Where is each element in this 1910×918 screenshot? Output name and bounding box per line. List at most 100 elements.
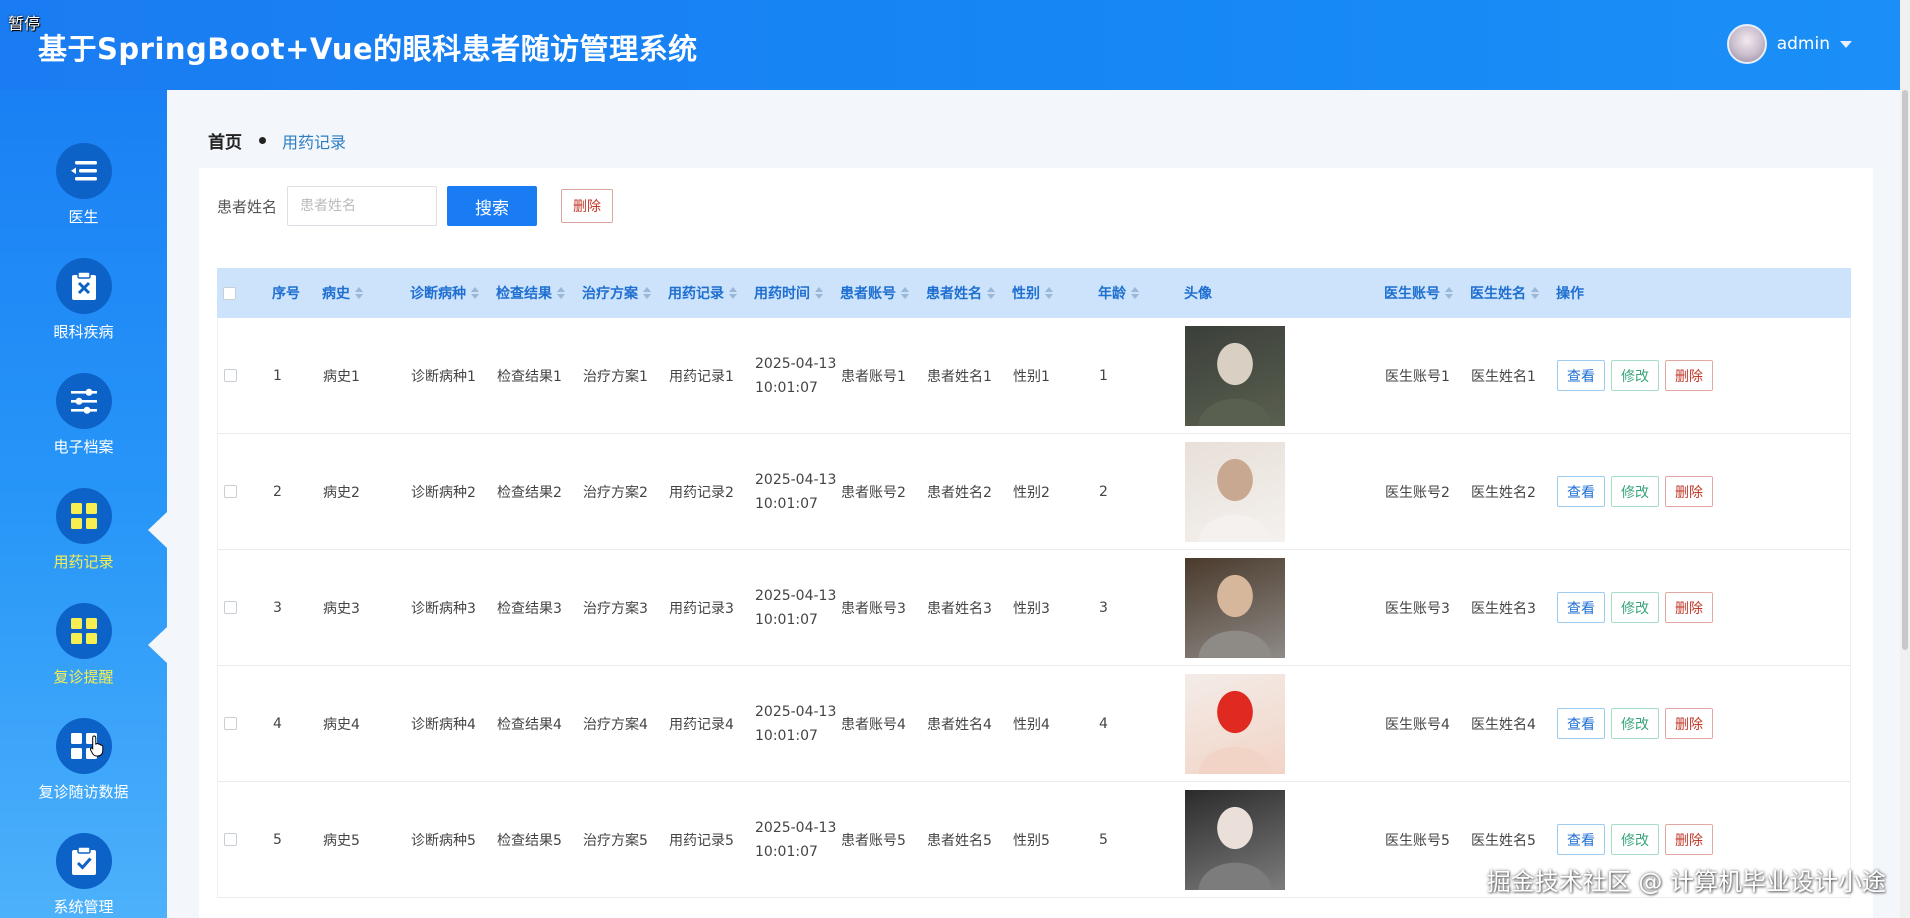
row-checkbox[interactable] xyxy=(224,485,237,498)
delete-button[interactable]: 删除 xyxy=(1665,708,1713,739)
sidebar-item-system[interactable]: 系统管理 xyxy=(0,833,167,917)
sidebar-item-records[interactable]: 电子档案 xyxy=(0,373,167,457)
avatar-photo[interactable] xyxy=(1185,557,1285,658)
column-header: 操作 xyxy=(1556,286,1584,302)
column-header[interactable]: 患者账号 xyxy=(840,268,909,318)
row-checkbox[interactable] xyxy=(224,601,237,614)
cell-doctor-acct: 医生账号5 xyxy=(1385,832,1450,849)
cell-med-time: 2025-04-13 10:01:07 xyxy=(755,434,836,549)
table-body: 1 病史1 诊断病种1 检查结果1 治疗方案1 用药记录1 患者账号1 患者姓名1 性别1 1 医生… xyxy=(217,318,1851,898)
column-header[interactable]: 诊断病种 xyxy=(410,268,479,318)
patient-name-search-input[interactable] xyxy=(287,186,438,226)
column-header: 头像 xyxy=(1184,286,1212,302)
column-header[interactable]: 治疗方案 xyxy=(582,268,651,318)
table-header: 序号 病史 诊断病种 检查结果 治疗方案 用药记录 用药时间 患者账号 患者姓名… xyxy=(217,268,1851,318)
cell-result: 检查结果4 xyxy=(497,716,562,733)
cell-patient-name: 患者姓名3 xyxy=(927,600,992,617)
scrollbar-thumb[interactable] xyxy=(1902,90,1908,650)
cell-age: 2 xyxy=(1099,483,1108,500)
sliders-icon xyxy=(55,373,112,429)
username[interactable]: admin xyxy=(1777,34,1830,54)
edit-button[interactable]: 修改 xyxy=(1611,708,1659,739)
edit-button[interactable]: 修改 xyxy=(1611,592,1659,623)
search-button[interactable]: 搜索 xyxy=(447,186,538,226)
cell-history: 病史4 xyxy=(323,716,360,733)
med-date: 2025-04-13 xyxy=(755,471,837,488)
cell-no: 3 xyxy=(273,599,282,616)
edit-button[interactable]: 修改 xyxy=(1611,476,1659,507)
view-button[interactable]: 查看 xyxy=(1557,360,1605,391)
column-header[interactable]: 检查结果 xyxy=(496,268,565,318)
cell-med-time: 2025-04-13 10:01:07 xyxy=(755,666,836,781)
caret-down-icon[interactable] xyxy=(1840,40,1852,48)
user-menu[interactable]: admin xyxy=(1726,24,1852,64)
cell-gender: 性别3 xyxy=(1013,600,1050,617)
column-header[interactable]: 医生姓名 xyxy=(1470,268,1539,318)
cell-patient-acct: 患者账号5 xyxy=(841,832,906,849)
sort-icon xyxy=(1045,287,1053,299)
cell-gender: 性别1 xyxy=(1013,368,1050,385)
view-button[interactable]: 查看 xyxy=(1557,592,1605,623)
cell-history: 病史1 xyxy=(323,368,360,385)
cell-actions: 查看 修改 删除 xyxy=(1557,550,1713,665)
column-header[interactable]: 用药时间 xyxy=(754,268,823,318)
cell-doctor-name: 医生姓名3 xyxy=(1471,600,1536,617)
med-time: 10:01:07 xyxy=(755,727,818,744)
sidebar-item-label: 用药记录 xyxy=(53,553,114,571)
list-panel: 患者姓名 搜索 删除 序号 病史 诊断病种 检查结果 治疗方案 用药记录 用药时… xyxy=(199,168,1873,918)
delete-button[interactable]: 删除 xyxy=(1665,592,1713,623)
column-header[interactable]: 用药记录 xyxy=(668,268,737,318)
sidebar-item-revisit-reminder[interactable]: 复诊提醒 xyxy=(0,603,167,687)
sort-icon xyxy=(1531,287,1539,299)
column-header[interactable]: 医生账号 xyxy=(1384,268,1453,318)
sidebar-item-label: 复诊随访数据 xyxy=(38,783,129,801)
batch-delete-button[interactable]: 删除 xyxy=(561,189,614,223)
delete-button[interactable]: 删除 xyxy=(1665,476,1713,507)
sidebar-item-followup-data[interactable]: 复诊随访数据 xyxy=(0,718,167,802)
breadcrumb-home[interactable]: 首页 xyxy=(208,128,242,153)
edit-button[interactable]: 修改 xyxy=(1611,360,1659,391)
cell-avatar xyxy=(1185,666,1285,781)
avatar-photo[interactable] xyxy=(1185,673,1285,774)
user-avatar[interactable] xyxy=(1726,24,1767,64)
cell-patient-name: 患者姓名4 xyxy=(927,716,992,733)
row-checkbox[interactable] xyxy=(224,717,237,730)
cell-history: 病史2 xyxy=(323,484,360,501)
delete-button[interactable]: 删除 xyxy=(1665,824,1713,855)
edit-button[interactable]: 修改 xyxy=(1611,824,1659,855)
row-checkbox-cell xyxy=(224,550,237,665)
column-header[interactable]: 性别 xyxy=(1012,268,1053,318)
avatar-photo[interactable] xyxy=(1185,325,1285,426)
column-header[interactable]: 年龄 xyxy=(1098,268,1139,318)
cell-age: 5 xyxy=(1099,831,1108,848)
sort-icon xyxy=(557,287,565,299)
avatar-photo[interactable] xyxy=(1185,441,1285,542)
view-button[interactable]: 查看 xyxy=(1557,708,1605,739)
sidebar-item-label: 系统管理 xyxy=(53,898,114,916)
sidebar-item-medication[interactable]: 用药记录 xyxy=(0,488,167,572)
row-checkbox[interactable] xyxy=(224,833,237,846)
cell-history: 病史3 xyxy=(323,600,360,617)
select-all-checkbox[interactable] xyxy=(223,286,236,300)
cell-doctor-acct: 医生账号3 xyxy=(1385,600,1450,617)
cell-doctor-acct: 医生账号4 xyxy=(1385,716,1450,733)
page-scrollbar[interactable] xyxy=(1900,0,1910,918)
pause-overlay-label: 暂停 xyxy=(8,14,41,33)
sidebar-item-eye-disease[interactable]: 眼科疾病 xyxy=(0,258,167,342)
sort-icon xyxy=(1445,287,1453,299)
sort-icon xyxy=(643,287,651,299)
list-icon xyxy=(55,143,112,199)
hover-indicator-notch xyxy=(148,627,167,663)
column-header[interactable]: 患者姓名 xyxy=(926,268,995,318)
view-button[interactable]: 查看 xyxy=(1557,824,1605,855)
column-header[interactable]: 病史 xyxy=(322,268,363,318)
clipboard-check-icon xyxy=(55,833,112,889)
view-button[interactable]: 查看 xyxy=(1557,476,1605,507)
delete-button[interactable]: 删除 xyxy=(1665,360,1713,391)
cell-patient-acct: 患者账号1 xyxy=(841,368,906,385)
avatar-photo[interactable] xyxy=(1185,789,1285,890)
row-checkbox[interactable] xyxy=(224,369,237,382)
sort-icon xyxy=(1131,287,1139,299)
cell-plan: 治疗方案5 xyxy=(583,832,648,849)
sidebar-item-doctor[interactable]: 医生 xyxy=(0,143,167,227)
